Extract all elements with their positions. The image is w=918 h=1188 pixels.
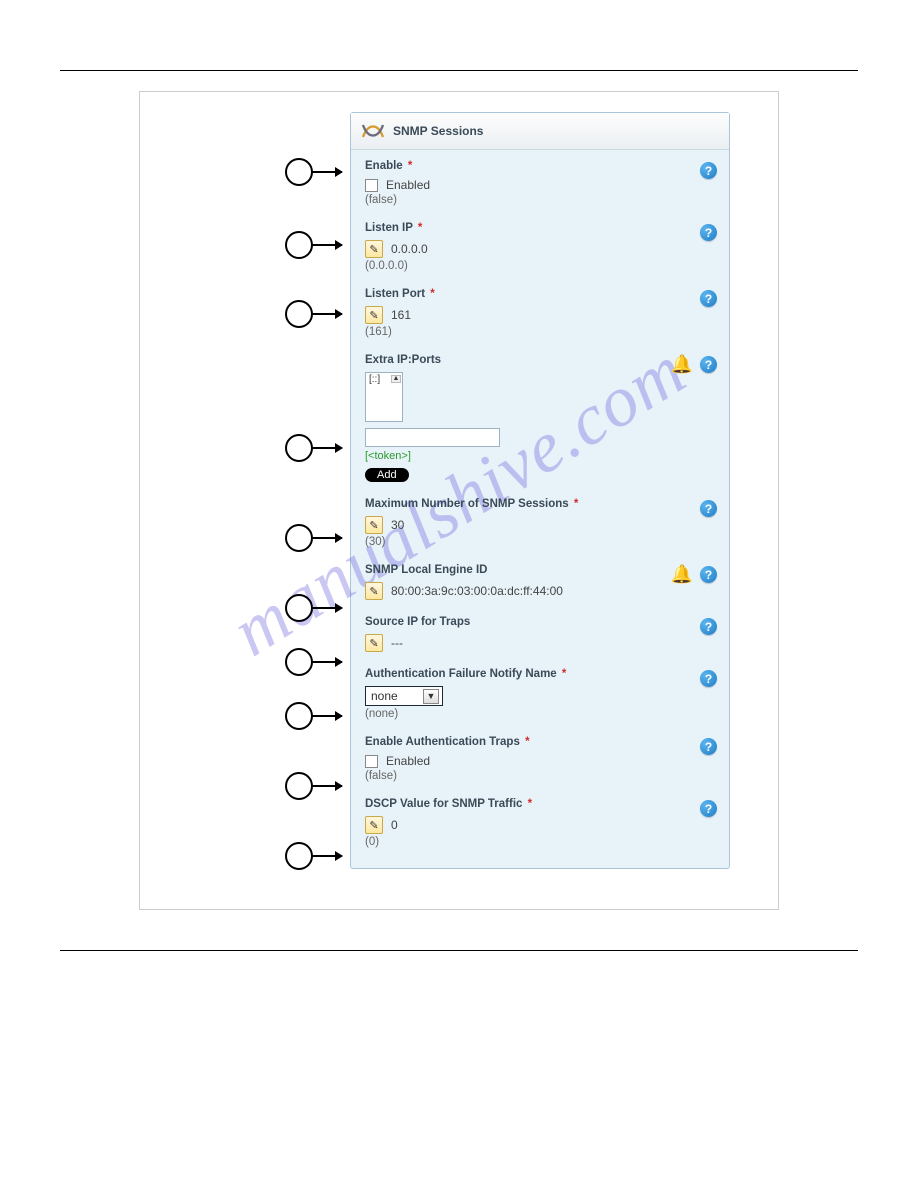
engine-id-value: 80:00:3a:9c:03:00:0a:dc:ff:44:00 — [391, 584, 563, 598]
listen-port-value: 161 — [391, 308, 411, 322]
required-marker: * — [574, 498, 578, 510]
field-extra-ip-ports: Extra IP:Ports ? 🔔 [::] ▲ [<token>] Add — [365, 354, 715, 482]
auth-traps-label-text: Enable Authentication Traps — [365, 736, 520, 748]
select-value: none — [371, 689, 398, 703]
callout-4 — [285, 434, 342, 462]
snmp-sessions-panel: SNMP Sessions Enable * ? Enabled (false) — [350, 112, 730, 869]
listen-ip-value: 0.0.0.0 — [391, 242, 428, 256]
callout-1 — [285, 158, 342, 186]
auth-notify-label-text: Authentication Failure Notify Name — [365, 668, 557, 680]
token-hint: [<token>] — [365, 450, 715, 462]
listbox-item: [::] — [369, 374, 380, 385]
extra-label: Extra IP:Ports — [365, 354, 715, 366]
required-marker: * — [562, 668, 566, 680]
enable-option-text: Enabled — [386, 178, 430, 192]
listen-port-label: Listen Port * — [365, 288, 715, 300]
help-icon[interactable]: ? — [700, 356, 717, 373]
panel-body: Enable * ? Enabled (false) Listen IP * ? — [351, 150, 729, 868]
listen-ip-default: (0.0.0.0) — [365, 260, 715, 272]
max-sessions-value: 30 — [391, 518, 404, 532]
callout-5 — [285, 524, 342, 552]
figure-frame: manualshive.com SNMP Sessions Enable * ? — [139, 91, 779, 910]
edit-icon[interactable]: ✎ — [365, 816, 383, 834]
callout-2 — [285, 231, 342, 259]
listen-port-default: (161) — [365, 326, 715, 338]
auth-notify-label: Authentication Failure Notify Name * — [365, 668, 715, 680]
field-engine-id: SNMP Local Engine ID ? 🔔 ✎ 80:00:3a:9c:0… — [365, 564, 715, 600]
help-icon[interactable]: ? — [700, 618, 717, 635]
max-sessions-label-text: Maximum Number of SNMP Sessions — [365, 498, 569, 510]
add-button[interactable]: Add — [365, 468, 409, 482]
max-sessions-default: (30) — [365, 536, 715, 548]
extra-token-input[interactable] — [365, 428, 500, 447]
panel-logo-icon — [361, 121, 385, 141]
dscp-label-text: DSCP Value for SNMP Traffic — [365, 798, 522, 810]
edit-icon[interactable]: ✎ — [365, 634, 383, 652]
callout-8 — [285, 702, 342, 730]
max-sessions-label: Maximum Number of SNMP Sessions * — [365, 498, 715, 510]
reset-icon[interactable]: 🔔 — [671, 354, 693, 375]
field-auth-traps: Enable Authentication Traps * ? Enabled … — [365, 736, 715, 782]
source-ip-value: --- — [391, 636, 403, 650]
help-icon[interactable]: ? — [700, 566, 717, 583]
callout-7 — [285, 648, 342, 676]
callout-10 — [285, 842, 342, 870]
enable-default: (false) — [365, 194, 715, 206]
auth-traps-label: Enable Authentication Traps * — [365, 736, 715, 748]
listen-port-label-text: Listen Port — [365, 288, 425, 300]
field-max-sessions: Maximum Number of SNMP Sessions * ? ✎ 30… — [365, 498, 715, 548]
callout-3 — [285, 300, 342, 328]
scroll-up-icon[interactable]: ▲ — [391, 375, 401, 383]
auth-traps-default: (false) — [365, 770, 715, 782]
required-marker: * — [408, 160, 412, 172]
page-top-rule — [60, 70, 858, 71]
dscp-value: 0 — [391, 818, 398, 832]
auth-traps-option-text: Enabled — [386, 754, 430, 768]
dscp-label: DSCP Value for SNMP Traffic * — [365, 798, 715, 810]
callout-9 — [285, 772, 342, 800]
listen-ip-label-text: Listen IP — [365, 222, 413, 234]
enable-checkbox[interactable] — [365, 179, 378, 192]
help-icon[interactable]: ? — [700, 738, 717, 755]
listen-ip-label: Listen IP * — [365, 222, 715, 234]
required-marker: * — [525, 736, 529, 748]
help-icon[interactable]: ? — [700, 800, 717, 817]
auth-notify-default: (none) — [365, 708, 715, 720]
extra-listbox[interactable]: [::] ▲ — [365, 372, 403, 422]
required-marker: * — [430, 288, 434, 300]
engine-id-label: SNMP Local Engine ID — [365, 564, 715, 576]
enable-label: Enable * — [365, 160, 715, 172]
required-marker: * — [528, 798, 532, 810]
required-marker: * — [418, 222, 422, 234]
auth-traps-checkbox[interactable] — [365, 755, 378, 768]
edit-icon[interactable]: ✎ — [365, 582, 383, 600]
field-enable: Enable * ? Enabled (false) — [365, 160, 715, 206]
field-dscp: DSCP Value for SNMP Traffic * ? ✎ 0 (0) — [365, 798, 715, 848]
edit-icon[interactable]: ✎ — [365, 240, 383, 258]
panel-header: SNMP Sessions — [351, 113, 729, 150]
field-listen-ip: Listen IP * ? ✎ 0.0.0.0 (0.0.0.0) — [365, 222, 715, 272]
enable-label-text: Enable — [365, 160, 403, 172]
help-icon[interactable]: ? — [700, 290, 717, 307]
edit-icon[interactable]: ✎ — [365, 516, 383, 534]
reset-icon[interactable]: 🔔 — [671, 564, 693, 585]
field-source-ip: Source IP for Traps ? ✎ --- — [365, 616, 715, 652]
help-icon[interactable]: ? — [700, 500, 717, 517]
source-ip-label: Source IP for Traps — [365, 616, 715, 628]
help-icon[interactable]: ? — [700, 162, 717, 179]
page-bottom-rule — [60, 950, 858, 951]
field-listen-port: Listen Port * ? ✎ 161 (161) — [365, 288, 715, 338]
dropdown-icon[interactable]: ▼ — [423, 689, 439, 704]
callout-6 — [285, 594, 342, 622]
help-icon[interactable]: ? — [700, 670, 717, 687]
dscp-default: (0) — [365, 836, 715, 848]
panel-title: SNMP Sessions — [393, 124, 483, 138]
edit-icon[interactable]: ✎ — [365, 306, 383, 324]
field-auth-notify: Authentication Failure Notify Name * ? n… — [365, 668, 715, 720]
help-icon[interactable]: ? — [700, 224, 717, 241]
auth-notify-select[interactable]: none ▼ — [365, 686, 443, 706]
